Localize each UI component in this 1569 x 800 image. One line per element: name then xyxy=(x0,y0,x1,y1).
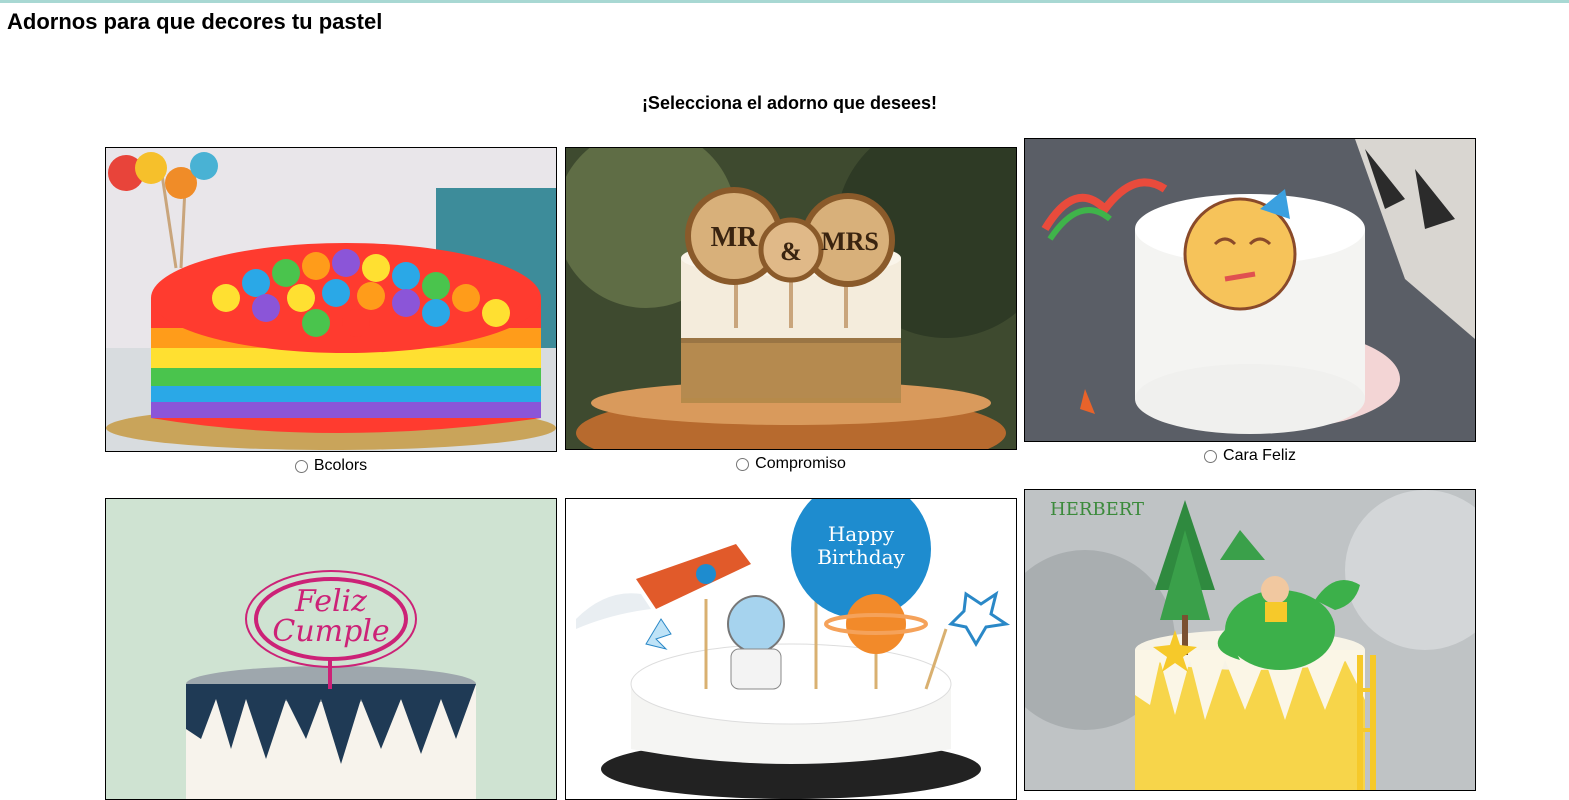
option-bcolors[interactable]: Bcolors xyxy=(105,457,557,475)
option-label: Bcolors xyxy=(313,457,368,474)
happy-birthday-space-cake-icon[interactable]: Happy Birthday xyxy=(565,498,1017,800)
topper-line1-text: Happy xyxy=(828,522,895,546)
topper-line2-text: Birthday xyxy=(817,545,905,569)
radio-button[interactable] xyxy=(736,457,750,471)
option-card-cara-feliz: Cara Feliz xyxy=(1024,138,1476,465)
rainbow-cake-icon[interactable] xyxy=(105,147,557,452)
option-card-bcolors: Bcolors xyxy=(105,147,557,475)
option-card-dinosaur: HERBERT xyxy=(1024,489,1476,791)
topper-mid-text: & xyxy=(780,237,802,266)
option-label: Compromiso xyxy=(755,455,846,472)
option-card-compromiso: MR & MRS Compromiso xyxy=(565,147,1017,473)
mr-mrs-cake-icon[interactable]: MR & MRS xyxy=(565,147,1017,450)
option-card-feliz-cumple: Feliz Cumple xyxy=(105,498,557,800)
radio-button[interactable] xyxy=(1204,449,1218,463)
option-card-happy-birthday: Happy Birthday xyxy=(565,498,1017,800)
option-label: Cara Feliz xyxy=(1223,447,1296,464)
option-cara-feliz[interactable]: Cara Feliz xyxy=(1024,447,1476,465)
page-title: Adornos para que decores tu pastel xyxy=(7,9,383,34)
dinosaur-cake-icon[interactable]: HERBERT xyxy=(1024,489,1476,791)
topper-right-text: MRS xyxy=(821,227,879,256)
page-subtitle: ¡Selecciona el adorno que desees! xyxy=(641,93,938,113)
topper-left-text: MR xyxy=(711,222,758,253)
watermark-text: HERBERT xyxy=(1050,499,1144,520)
topper-line2-text: Cumple xyxy=(272,614,389,649)
option-compromiso[interactable]: Compromiso xyxy=(565,455,1017,473)
feliz-cumple-cake-icon[interactable]: Feliz Cumple xyxy=(105,498,557,800)
smiley-cake-icon[interactable] xyxy=(1024,138,1476,442)
top-accent-bar xyxy=(0,0,1569,3)
radio-button[interactable] xyxy=(294,459,308,473)
